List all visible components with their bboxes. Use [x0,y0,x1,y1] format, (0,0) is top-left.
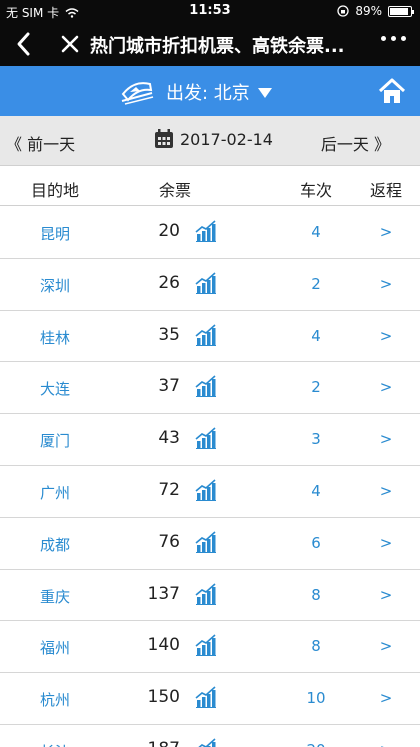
row-return-button[interactable]: > [354,430,418,448]
battery-percent: 89% [355,4,382,18]
row-train-count[interactable]: 2 [266,378,366,396]
train-icon [121,82,154,105]
top-bar: 无 SIM 卡 11:53 89% 热门城市折扣机票、高铁余票... [0,0,420,66]
row-return-button[interactable]: > [354,534,418,552]
row-return-button[interactable]: > [354,275,418,293]
date-picker[interactable]: 2017-02-14 [154,129,273,149]
row-ticket-count: 137 [147,583,180,604]
row-destination[interactable]: 桂林 [0,327,110,348]
depart-selector[interactable]: 出发: 北京 [166,79,272,105]
chart-icon[interactable] [195,323,217,346]
table-row[interactable]: 福州 140 8 > [0,621,420,674]
row-ticket-count: 35 [158,324,180,345]
row-return-button[interactable]: > [354,741,418,747]
dropdown-icon [257,88,272,98]
nav-bar: 热门城市折扣机票、高铁余票... [0,22,420,66]
header-trains: 车次 [299,181,332,200]
status-right: 89% [337,4,414,18]
header-return: 返程 [369,181,402,200]
row-destination[interactable]: 深圳 [0,275,110,296]
home-icon[interactable] [378,77,406,105]
close-icon[interactable] [58,32,82,56]
depart-label: 出发: 北京 [166,83,250,104]
table-row[interactable]: 桂林 35 4 > [0,311,420,363]
chart-icon[interactable] [195,582,217,605]
table-row[interactable]: 深圳 26 2 > [0,259,420,311]
chart-icon[interactable] [195,272,217,294]
back-icon[interactable] [12,30,36,58]
row-ticket-count: 140 [147,635,180,656]
table-row[interactable]: 昆明 20 4 > [0,207,420,259]
row-train-count[interactable]: 4 [266,223,366,241]
row-return-button[interactable]: > [354,223,418,241]
row-ticket-count: 187 [140,739,180,747]
table-row[interactable]: 重庆 137 8 > [0,570,420,622]
row-train-count[interactable]: 8 [266,586,366,604]
row-return-button[interactable]: > [354,689,418,707]
row-destination[interactable]: 重庆 [0,586,110,607]
more-icon[interactable] [381,36,406,41]
row-return-button[interactable]: > [354,586,418,604]
row-return-button[interactable]: > [354,327,418,345]
row-destination[interactable]: 杭州 [0,689,110,710]
row-return-button[interactable]: > [354,378,418,396]
row-train-count[interactable]: 8 [266,637,366,655]
row-ticket-count: 43 [158,428,180,449]
calendar-icon [155,129,173,148]
row-train-count[interactable]: 6 [266,534,366,552]
row-ticket-count: 20 [158,221,180,241]
depart-header: 出发: 北京 [0,66,420,116]
table-row[interactable]: 成都 76 6 > [0,518,420,570]
status-bar: 无 SIM 卡 11:53 89% [0,0,420,22]
chart-icon[interactable] [195,479,217,501]
row-ticket-count: 76 [158,531,180,552]
header-dest: 目的地 [30,181,79,200]
chart-icon[interactable] [195,375,217,398]
battery-icon [388,5,414,17]
prev-day-button[interactable]: 《 前一天 [6,131,75,155]
row-ticket-count: 37 [158,376,180,397]
row-ticket-count: 150 [147,687,180,708]
lock-rotation-icon [337,5,349,17]
row-destination[interactable]: 昆明 [0,223,110,244]
row-destination[interactable]: 广州 [0,482,110,503]
date-bar: 《 前一天 2017-02-14 后一天 》 [0,116,420,166]
table-row[interactable]: 广州 72 4 > [0,466,420,518]
row-train-count[interactable]: 10 [266,689,366,707]
row-train-count[interactable]: 2 [266,275,366,293]
table-row[interactable]: 杭州 150 10 > [0,673,420,725]
chart-icon[interactable] [195,531,217,553]
page-title: 热门城市折扣机票、高铁余票... [90,36,345,57]
row-train-count[interactable]: 3 [266,430,366,448]
table-row[interactable]: 大连 37 2 > [0,362,420,415]
row-train-count[interactable]: 20 [266,741,366,747]
row-train-count[interactable]: 4 [266,327,366,345]
row-train-count[interactable]: 4 [266,482,366,500]
table-row[interactable]: 长沙 187 20 > [0,725,420,747]
header-tickets: 余票 [158,181,191,200]
date-label: 2017-02-14 [180,129,273,149]
row-return-button[interactable]: > [354,637,418,655]
row-destination[interactable]: 成都 [0,534,110,555]
row-destination[interactable]: 大连 [0,378,110,399]
row-destination[interactable]: 福州 [0,637,110,658]
row-destination[interactable]: 长沙 [0,741,110,747]
chart-icon[interactable] [195,738,217,747]
chart-icon[interactable] [195,634,217,657]
chart-icon[interactable] [195,220,217,242]
row-return-button[interactable]: > [354,482,418,500]
row-ticket-count: 26 [158,272,180,293]
row-ticket-count: 72 [158,479,180,500]
table-header: 目的地 余票 车次 返程 [0,166,420,206]
next-day-button[interactable]: 后一天 》 [321,131,390,155]
chart-icon[interactable] [195,686,217,709]
table-row[interactable]: 厦门 43 3 > [0,414,420,466]
row-destination[interactable]: 厦门 [0,430,110,451]
ticket-list: 昆明 20 4 > 深圳 26 2 > 桂林 35 4 > 大连 37 2 > … [0,207,420,747]
chart-icon[interactable] [195,427,217,450]
